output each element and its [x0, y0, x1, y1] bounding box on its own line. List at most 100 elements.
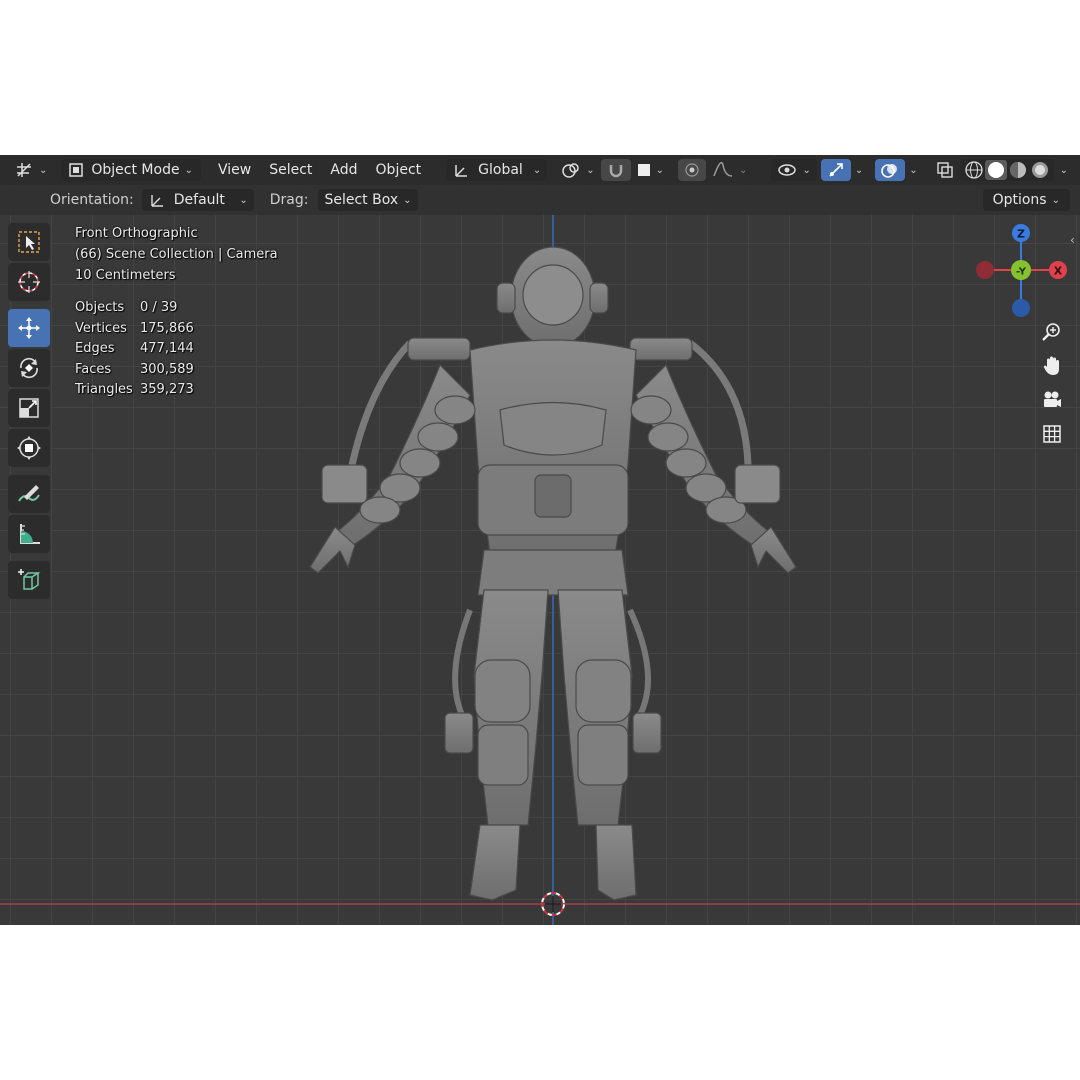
measure-icon [20, 524, 40, 544]
chevron-down-icon: ⌄ [854, 164, 864, 176]
menu-add[interactable]: Add [321, 159, 366, 181]
annotate-icon [18, 485, 40, 502]
z-axis-label: Z [1017, 228, 1025, 241]
move-icon [18, 317, 40, 339]
overlays-dropdown[interactable]: ⌄ [905, 159, 921, 181]
scale-icon [19, 398, 39, 418]
drag-dropdown[interactable]: Select Box ⌄ [318, 189, 418, 211]
annotate-tool[interactable] [8, 475, 50, 513]
drag-field-label: Drag: [269, 192, 309, 208]
drag-value: Select Box [324, 192, 399, 208]
sidebar-expand-icon[interactable]: ‹ [1070, 233, 1075, 247]
pan-button[interactable] [1037, 351, 1067, 381]
camera-view-button[interactable] [1037, 385, 1067, 415]
solid-shading-icon[interactable] [984, 160, 1007, 180]
xray-icon [936, 162, 953, 178]
orientation-axis-icon [455, 165, 468, 177]
chevron-down-icon: ⌄ [532, 164, 542, 176]
add-cube-icon [18, 569, 41, 590]
snap-toggle[interactable] [600, 159, 631, 181]
menu-select[interactable]: Select [260, 159, 321, 181]
rotate-icon [20, 357, 38, 379]
stat-value: 175,866 [140, 320, 194, 336]
orientation-axis-icon [151, 195, 163, 207]
stat-label: Vertices [75, 320, 127, 336]
shading-modes [959, 159, 1054, 181]
stat-value: 477,144 [140, 341, 194, 356]
transform-orientation-dropdown[interactable]: Global ⌄ [446, 159, 548, 181]
select-box-icon [18, 231, 40, 253]
neg-z-axis-handle [1012, 299, 1030, 317]
blender-window: ⌄ Object Mode ⌄ View Select Add Object G… [0, 155, 1080, 925]
viewport-info-overlay: Front Orthographic (66) Scene Collection… [75, 223, 278, 401]
transform-tool[interactable] [8, 429, 50, 467]
orientation-dropdown[interactable]: Default ⌄ [141, 189, 254, 211]
chevron-down-icon: ⌄ [738, 164, 748, 176]
object-mode-icon [69, 163, 84, 177]
falloff-curve-icon [713, 161, 733, 177]
visibility-dropdown[interactable]: ⌄ [771, 159, 817, 181]
viewport-header: ⌄ Object Mode ⌄ View Select Add Object G… [0, 155, 1080, 185]
measure-tool[interactable] [8, 515, 50, 553]
ortho-toggle-button[interactable] [1037, 419, 1067, 449]
eye-icon [778, 164, 797, 176]
orientation-label: Global [478, 162, 523, 178]
grid-axis-icon [17, 163, 31, 177]
rendered-shading-icon[interactable] [1029, 160, 1051, 180]
chevron-down-icon: ⌄ [184, 164, 193, 176]
options-label: Options [992, 192, 1047, 208]
wireframe-shading-icon[interactable] [963, 160, 985, 180]
stat-value: 359,273 [140, 382, 194, 397]
chevron-down-icon: ⌄ [403, 194, 412, 206]
chevron-down-icon: ⌄ [909, 164, 918, 176]
grid-scale: 10 Centimeters [75, 268, 176, 283]
snap-increment-icon [637, 164, 650, 176]
tool-settings-header: Orientation: Default ⌄ Drag: Select Box … [0, 185, 1080, 215]
falloff-dropdown[interactable]: ⌄ [706, 159, 753, 181]
pivot-icon [562, 163, 579, 178]
select-box-tool[interactable] [8, 223, 50, 261]
grid-icon [1043, 425, 1061, 443]
chevron-down-icon: ⌄ [655, 164, 664, 176]
pivot-point-dropdown[interactable]: ⌄ [555, 159, 600, 181]
editor-type-button[interactable]: ⌄ [8, 159, 53, 181]
menu-object[interactable]: Object [367, 159, 431, 181]
mode-label: Object Mode [91, 162, 180, 178]
y-axis-label: -Y [1016, 267, 1027, 278]
transform-icon [17, 436, 41, 460]
zoom-button[interactable] [1037, 317, 1067, 347]
add-cube-tool[interactable] [8, 561, 50, 599]
stat-label: Triangles [75, 382, 133, 397]
gizmo-icon [829, 163, 843, 177]
neg-x-axis-handle [976, 261, 994, 279]
navigation-gizmo[interactable]: Z X -Y [960, 220, 1080, 320]
zoom-icon [1042, 323, 1060, 341]
x-axis-label: X [1054, 265, 1063, 278]
shading-dropdown[interactable]: ⌄ [1054, 159, 1074, 181]
toolbar [8, 223, 56, 601]
orientation-field-label: Orientation: [50, 192, 134, 208]
chevron-down-icon: ⌄ [586, 164, 595, 176]
scale-tool[interactable] [8, 389, 50, 427]
rotate-tool[interactable] [8, 349, 50, 387]
cursor-icon [18, 271, 40, 293]
gizmo-toggle[interactable] [820, 159, 851, 181]
proportional-edit-toggle[interactable] [677, 159, 706, 181]
collection-info: (66) Scene Collection | Camera [75, 247, 278, 262]
xray-toggle[interactable] [930, 159, 960, 181]
material-shading-icon[interactable] [1007, 160, 1029, 180]
stat-label: Faces [75, 361, 112, 377]
stat-value: 300,589 [140, 361, 194, 377]
overlays-toggle[interactable] [875, 159, 906, 181]
magnet-icon [609, 165, 622, 178]
navigation-buttons [1037, 317, 1069, 453]
move-tool[interactable] [8, 309, 50, 347]
mode-dropdown[interactable]: Object Mode ⌄ [61, 159, 201, 181]
options-dropdown[interactable]: Options ⌄ [982, 189, 1070, 211]
stat-value: 0 / 39 [140, 300, 178, 315]
gizmo-dropdown[interactable]: ⌄ [851, 159, 867, 181]
cursor-tool[interactable] [8, 263, 50, 301]
overlays-icon [881, 164, 898, 178]
snap-target-dropdown[interactable]: ⌄ [631, 159, 670, 181]
menu-view[interactable]: View [209, 159, 260, 181]
